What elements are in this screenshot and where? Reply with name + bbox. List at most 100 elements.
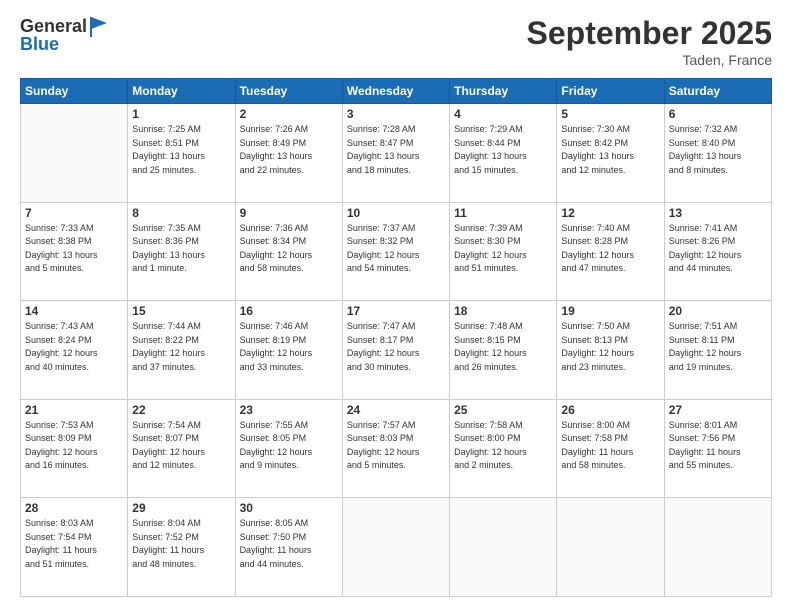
day-info: Sunrise: 7:40 AM Sunset: 8:28 PM Dayligh… [561, 222, 659, 276]
day-info: Sunrise: 7:51 AM Sunset: 8:11 PM Dayligh… [669, 320, 767, 374]
day-info: Sunrise: 7:43 AM Sunset: 8:24 PM Dayligh… [25, 320, 123, 374]
calendar-cell: 19 Sunrise: 7:50 AM Sunset: 8:13 PM Dayli… [557, 301, 664, 400]
calendar-cell: 5 Sunrise: 7:30 AM Sunset: 8:42 PM Daylig… [557, 104, 664, 203]
day-number: 10 [347, 206, 445, 220]
day-info: Sunrise: 7:50 AM Sunset: 8:13 PM Dayligh… [561, 320, 659, 374]
calendar-table: Sunday Monday Tuesday Wednesday Thursday… [20, 78, 772, 597]
calendar-cell: 2 Sunrise: 7:26 AM Sunset: 8:49 PM Daylig… [235, 104, 342, 203]
day-info: Sunrise: 7:28 AM Sunset: 8:47 PM Dayligh… [347, 123, 445, 177]
col-monday: Monday [128, 79, 235, 104]
day-info: Sunrise: 7:30 AM Sunset: 8:42 PM Dayligh… [561, 123, 659, 177]
calendar-cell: 7Sunrise: 7:33 AM Sunset: 8:38 PM Daylig… [21, 202, 128, 301]
calendar-body: 1Sunrise: 7:25 AM Sunset: 8:51 PM Daylig… [21, 104, 772, 597]
calendar-cell: 21Sunrise: 7:53 AM Sunset: 8:09 PM Dayli… [21, 399, 128, 498]
calendar-cell: 15 Sunrise: 7:44 AM Sunset: 8:22 PM Dayli… [128, 301, 235, 400]
day-number: 4 [454, 107, 552, 121]
day-info: Sunrise: 7:29 AM Sunset: 8:44 PM Dayligh… [454, 123, 552, 177]
calendar-week-0: 1Sunrise: 7:25 AM Sunset: 8:51 PM Daylig… [21, 104, 772, 203]
day-number: 30 [240, 501, 338, 515]
calendar-cell [450, 498, 557, 597]
day-info: Sunrise: 7:57 AM Sunset: 8:03 PM Dayligh… [347, 419, 445, 473]
calendar-week-3: 21Sunrise: 7:53 AM Sunset: 8:09 PM Dayli… [21, 399, 772, 498]
day-number: 5 [561, 107, 659, 121]
calendar-cell: 8Sunrise: 7:35 AM Sunset: 8:36 PM Daylig… [128, 202, 235, 301]
day-number: 27 [669, 403, 767, 417]
day-number: 2 [240, 107, 338, 121]
day-number: 26 [561, 403, 659, 417]
calendar-cell: 27 Sunrise: 8:01 AM Sunset: 7:56 PM Dayli… [664, 399, 771, 498]
calendar-cell [664, 498, 771, 597]
day-number: 19 [561, 304, 659, 318]
calendar-cell: 20 Sunrise: 7:51 AM Sunset: 8:11 PM Dayli… [664, 301, 771, 400]
calendar-cell: 29 Sunrise: 8:04 AM Sunset: 7:52 PM Dayli… [128, 498, 235, 597]
day-number: 11 [454, 206, 552, 220]
day-info: Sunrise: 8:03 AM Sunset: 7:54 PM Dayligh… [25, 517, 123, 571]
calendar-cell: 10 Sunrise: 7:37 AM Sunset: 8:32 PM Dayli… [342, 202, 449, 301]
day-number: 6 [669, 107, 767, 121]
calendar-cell: 30Sunrise: 8:05 AM Sunset: 7:50 PM Dayli… [235, 498, 342, 597]
calendar-cell: 17Sunrise: 7:47 AM Sunset: 8:17 PM Dayli… [342, 301, 449, 400]
calendar-cell [342, 498, 449, 597]
calendar-header: Sunday Monday Tuesday Wednesday Thursday… [21, 79, 772, 104]
calendar-week-1: 7Sunrise: 7:33 AM Sunset: 8:38 PM Daylig… [21, 202, 772, 301]
calendar-cell: 14Sunrise: 7:43 AM Sunset: 8:24 PM Dayli… [21, 301, 128, 400]
calendar-cell [557, 498, 664, 597]
day-number: 25 [454, 403, 552, 417]
day-number: 22 [132, 403, 230, 417]
col-saturday: Saturday [664, 79, 771, 104]
day-number: 7 [25, 206, 123, 220]
day-number: 12 [561, 206, 659, 220]
day-number: 17 [347, 304, 445, 318]
day-number: 1 [132, 107, 230, 121]
calendar-cell: 12 Sunrise: 7:40 AM Sunset: 8:28 PM Dayli… [557, 202, 664, 301]
calendar-cell: 1Sunrise: 7:25 AM Sunset: 8:51 PM Daylig… [128, 104, 235, 203]
day-number: 16 [240, 304, 338, 318]
logo-flag-icon [89, 15, 109, 39]
col-thursday: Thursday [450, 79, 557, 104]
calendar-cell: 28 Sunrise: 8:03 AM Sunset: 7:54 PM Dayli… [21, 498, 128, 597]
day-info: Sunrise: 7:39 AM Sunset: 8:30 PM Dayligh… [454, 222, 552, 276]
day-info: Sunrise: 7:46 AM Sunset: 8:19 PM Dayligh… [240, 320, 338, 374]
col-tuesday: Tuesday [235, 79, 342, 104]
day-info: Sunrise: 7:35 AM Sunset: 8:36 PM Dayligh… [132, 222, 230, 276]
day-number: 20 [669, 304, 767, 318]
day-number: 3 [347, 107, 445, 121]
day-info: Sunrise: 8:00 AM Sunset: 7:58 PM Dayligh… [561, 419, 659, 473]
location: Taden, France [527, 52, 772, 68]
calendar-cell: 26 Sunrise: 8:00 AM Sunset: 7:58 PM Dayli… [557, 399, 664, 498]
calendar-cell: 22 Sunrise: 7:54 AM Sunset: 8:07 PM Dayli… [128, 399, 235, 498]
calendar-week-4: 28 Sunrise: 8:03 AM Sunset: 7:54 PM Dayli… [21, 498, 772, 597]
logo-text-blue: Blue [20, 35, 59, 55]
day-number: 13 [669, 206, 767, 220]
calendar-cell: 4 Sunrise: 7:29 AM Sunset: 8:44 PM Daylig… [450, 104, 557, 203]
calendar-cell: 16 Sunrise: 7:46 AM Sunset: 8:19 PM Dayli… [235, 301, 342, 400]
calendar-cell: 13 Sunrise: 7:41 AM Sunset: 8:26 PM Dayli… [664, 202, 771, 301]
day-number: 23 [240, 403, 338, 417]
calendar-cell [21, 104, 128, 203]
col-friday: Friday [557, 79, 664, 104]
calendar-cell: 11 Sunrise: 7:39 AM Sunset: 8:30 PM Dayli… [450, 202, 557, 301]
day-number: 29 [132, 501, 230, 515]
day-info: Sunrise: 7:58 AM Sunset: 8:00 PM Dayligh… [454, 419, 552, 473]
day-info: Sunrise: 7:32 AM Sunset: 8:40 PM Dayligh… [669, 123, 767, 177]
day-info: Sunrise: 8:04 AM Sunset: 7:52 PM Dayligh… [132, 517, 230, 571]
day-number: 24 [347, 403, 445, 417]
day-info: Sunrise: 7:44 AM Sunset: 8:22 PM Dayligh… [132, 320, 230, 374]
day-info: Sunrise: 7:26 AM Sunset: 8:49 PM Dayligh… [240, 123, 338, 177]
calendar-cell: 3 Sunrise: 7:28 AM Sunset: 8:47 PM Daylig… [342, 104, 449, 203]
day-info: Sunrise: 7:36 AM Sunset: 8:34 PM Dayligh… [240, 222, 338, 276]
day-number: 9 [240, 206, 338, 220]
title-block: September 2025 Taden, France [527, 15, 772, 68]
col-sunday: Sunday [21, 79, 128, 104]
day-info: Sunrise: 7:53 AM Sunset: 8:09 PM Dayligh… [25, 419, 123, 473]
day-number: 28 [25, 501, 123, 515]
day-info: Sunrise: 7:41 AM Sunset: 8:26 PM Dayligh… [669, 222, 767, 276]
day-number: 15 [132, 304, 230, 318]
day-info: Sunrise: 7:37 AM Sunset: 8:32 PM Dayligh… [347, 222, 445, 276]
page: General Blue September 2025 Taden, Franc… [0, 0, 792, 612]
day-info: Sunrise: 8:01 AM Sunset: 7:56 PM Dayligh… [669, 419, 767, 473]
day-info: Sunrise: 7:55 AM Sunset: 8:05 PM Dayligh… [240, 419, 338, 473]
calendar-cell: 24 Sunrise: 7:57 AM Sunset: 8:03 PM Dayli… [342, 399, 449, 498]
day-info: Sunrise: 7:54 AM Sunset: 8:07 PM Dayligh… [132, 419, 230, 473]
calendar-cell: 25 Sunrise: 7:58 AM Sunset: 8:00 PM Dayli… [450, 399, 557, 498]
